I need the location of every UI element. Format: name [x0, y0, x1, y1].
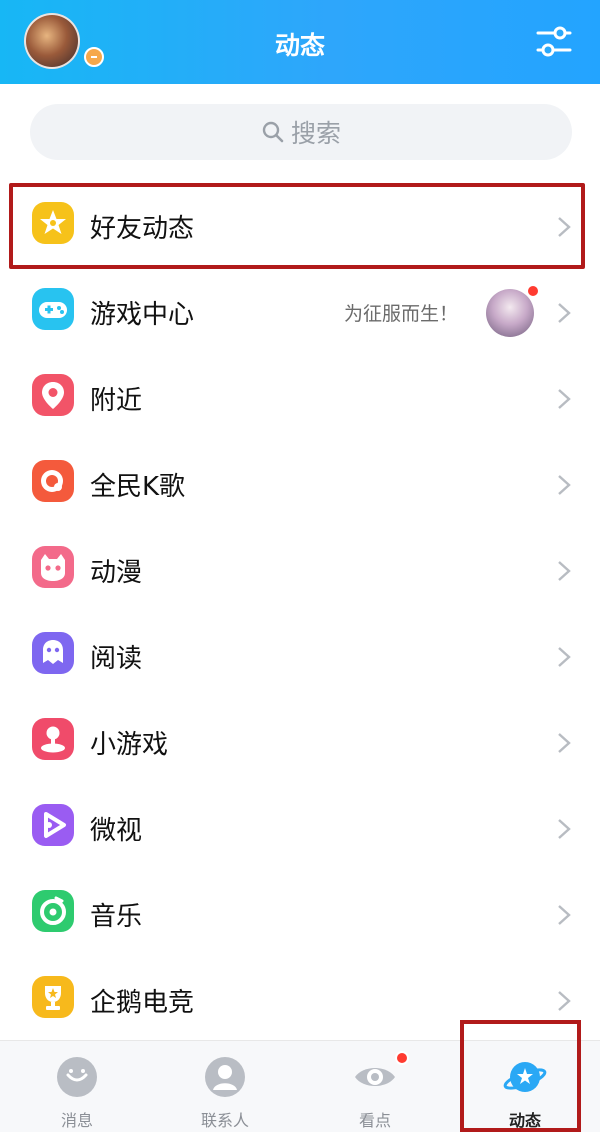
joystick-icon: [32, 718, 74, 760]
menu-item-reading[interactable]: 阅读: [0, 614, 600, 700]
app: 动态 搜索 好友动态 游戏中心 为征服而生！ 附近 全民K歌 动漫 阅读 小游戏…: [0, 0, 600, 1132]
annotation-highlight-dongtai-tab: [460, 1020, 581, 1132]
menu-item-mini-games[interactable]: 小游戏: [0, 700, 600, 786]
menu-item-anime[interactable]: 动漫: [0, 528, 600, 614]
tab-label: 看点: [358, 1111, 391, 1130]
chevron-right-icon: [558, 475, 571, 495]
chevron-right-icon: [558, 303, 571, 323]
game-avatar: [486, 289, 534, 337]
menu-item-label: 游戏中心: [90, 300, 195, 330]
header-bar: 动态: [0, 0, 600, 84]
tab-label: 联系人: [200, 1111, 249, 1130]
menu-item-label: 阅读: [90, 644, 143, 674]
music-disc-icon: [32, 890, 74, 932]
page-title: 动态: [274, 31, 325, 60]
trophy-icon: [32, 976, 74, 1018]
menu-item-label: 微视: [90, 816, 143, 846]
karaoke-icon: [32, 460, 74, 502]
chevron-right-icon: [558, 561, 571, 581]
menu-item-weishi[interactable]: 微视: [0, 786, 600, 872]
tab-messages[interactable]: 消息: [27, 1041, 127, 1132]
menu-item-label: 小游戏: [90, 730, 169, 760]
annotation-highlight-friends-feed: [9, 183, 585, 269]
book-bird-icon: [32, 632, 74, 674]
menu-item-game-center[interactable]: 游戏中心 为征服而生！: [0, 270, 600, 356]
location-pin-icon: [32, 374, 74, 416]
eye-icon: [353, 1055, 397, 1099]
search-placeholder: 搜索: [290, 119, 341, 148]
menu-item-label: 全民K歌: [90, 472, 186, 502]
message-icon: [55, 1055, 99, 1099]
chevron-right-icon: [558, 905, 571, 925]
chevron-right-icon: [558, 819, 571, 839]
menu-item-music[interactable]: 音乐: [0, 872, 600, 958]
chevron-right-icon: [558, 991, 571, 1011]
menu-item-label: 音乐: [90, 902, 143, 932]
menu-item-label: 动漫: [90, 558, 143, 588]
notification-dot: [395, 1051, 409, 1065]
tab-kandian[interactable]: 看点: [325, 1041, 425, 1132]
filter-sliders-icon[interactable]: [534, 22, 574, 62]
menu-item-description: 为征服而生！: [343, 303, 458, 325]
notification-dot: [526, 284, 540, 298]
chevron-right-icon: [558, 733, 571, 753]
search-bar[interactable]: 搜索: [30, 104, 572, 160]
gamepad-icon: [32, 288, 74, 330]
menu-item-nearby[interactable]: 附近: [0, 356, 600, 442]
menu-item-label: 附近: [90, 386, 143, 416]
tab-contacts[interactable]: 联系人: [175, 1041, 275, 1132]
menu-item-label: 企鹅电竞: [90, 988, 195, 1018]
play-icon: [32, 804, 74, 846]
contacts-icon: [203, 1055, 247, 1099]
search-icon: [262, 121, 284, 143]
menu-item-karaoke[interactable]: 全民K歌: [0, 442, 600, 528]
chevron-right-icon: [558, 389, 571, 409]
cat-face-icon: [32, 546, 74, 588]
tab-label: 消息: [60, 1111, 93, 1130]
chevron-right-icon: [558, 647, 571, 667]
